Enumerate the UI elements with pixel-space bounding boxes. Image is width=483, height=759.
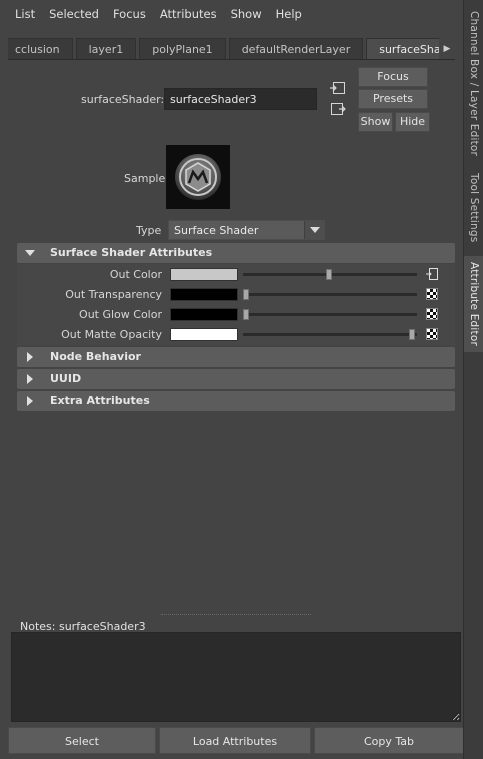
focus-button[interactable]: Focus <box>358 67 428 87</box>
menu-attributes[interactable]: Attributes <box>153 7 224 21</box>
out-color-slider-handle[interactable] <box>326 269 332 280</box>
section-title: Extra Attributes <box>50 394 150 407</box>
out-transparency-swatch[interactable] <box>170 288 238 301</box>
out-matte-opacity-slider[interactable] <box>243 329 417 340</box>
out-color-slider[interactable] <box>243 269 417 280</box>
select-button[interactable]: Select <box>8 727 156 754</box>
menu-show[interactable]: Show <box>224 7 269 21</box>
tab-attribute-editor[interactable]: Attribute Editor <box>464 256 483 352</box>
sample-label: Sample <box>124 172 166 185</box>
out-transparency-label: Out Transparency <box>65 288 162 301</box>
copy-tab-button[interactable]: Copy Tab <box>314 727 464 754</box>
out-matte-opacity-slider-handle[interactable] <box>409 329 415 340</box>
expand-right-icon <box>27 396 33 406</box>
section-title: UUID <box>50 372 82 385</box>
tab-occlusion[interactable]: cclusion <box>8 38 73 59</box>
out-glow-color-swatch[interactable] <box>170 308 238 321</box>
menu-bar: List Selected Focus Attributes Show Help <box>0 0 463 28</box>
out-color-swatch[interactable] <box>170 268 238 281</box>
section-surface-shader-attributes[interactable]: Surface Shader Attributes <box>17 243 455 263</box>
expand-down-icon <box>25 250 35 256</box>
tab-defaultrenderlayer[interactable]: defaultRenderLayer <box>228 38 364 59</box>
out-color-label: Out Color <box>109 268 162 281</box>
output-connection-icon[interactable] <box>330 102 346 116</box>
side-tab-label: Tool Settings <box>468 173 480 243</box>
type-dropdown-value: Surface Shader <box>174 224 259 237</box>
hide-button[interactable]: Hide <box>395 112 430 132</box>
show-button[interactable]: Show <box>358 112 393 132</box>
chevron-down-icon <box>304 221 324 239</box>
out-transparency-slider[interactable] <box>243 289 417 300</box>
out-matte-opacity-swatch[interactable] <box>170 328 238 341</box>
sample-swatch <box>166 145 230 209</box>
attribute-editor-panel: List Selected Focus Attributes Show Help… <box>0 0 464 759</box>
side-tab-label: Attribute Editor <box>468 262 480 346</box>
tab-tool-settings[interactable]: Tool Settings <box>464 168 483 248</box>
presets-button[interactable]: Presets <box>358 89 428 109</box>
menu-selected[interactable]: Selected <box>42 7 106 21</box>
section-node-behavior[interactable]: Node Behavior <box>17 347 455 367</box>
menu-focus[interactable]: Focus <box>106 7 153 21</box>
out-color-input-connection-icon[interactable] <box>426 268 438 280</box>
type-dropdown[interactable]: Surface Shader <box>168 220 325 240</box>
section-extra-attributes[interactable]: Extra Attributes <box>17 391 455 411</box>
section-title: Surface Shader Attributes <box>50 246 213 259</box>
notes-splitter-handle[interactable] <box>161 614 311 616</box>
section-uuid[interactable]: UUID <box>17 369 455 389</box>
out-matte-opacity-label: Out Matte Opacity <box>61 328 162 341</box>
menu-list[interactable]: List <box>8 7 42 21</box>
out-glow-color-slider[interactable] <box>243 309 417 320</box>
section-title: Node Behavior <box>50 350 141 363</box>
out-matte-opacity-map-button-icon[interactable] <box>426 328 438 340</box>
expand-right-icon <box>27 352 33 362</box>
type-label: Type <box>136 224 162 237</box>
out-glow-color-map-button-icon[interactable] <box>426 308 438 320</box>
tab-channel-box-layer-editor[interactable]: Channel Box / Layer Editor <box>464 4 483 164</box>
tab-scroll-right-icon[interactable]: ▶ <box>439 38 455 59</box>
notes-field[interactable] <box>11 632 461 722</box>
shader-name-label: surfaceShader: <box>81 93 165 106</box>
out-transparency-map-button-icon[interactable] <box>426 288 438 300</box>
side-tab-label: Channel Box / Layer Editor <box>468 11 480 157</box>
side-tab-strip: Channel Box / Layer Editor Tool Settings… <box>463 0 483 759</box>
shader-name-field[interactable] <box>164 88 317 110</box>
tab-polyplane1[interactable]: polyPlane1 <box>139 38 226 59</box>
expand-right-icon <box>27 374 33 384</box>
input-connection-icon[interactable] <box>330 81 346 95</box>
menu-help[interactable]: Help <box>269 7 309 21</box>
out-transparency-slider-handle[interactable] <box>243 289 249 300</box>
out-glow-color-slider-handle[interactable] <box>243 309 249 320</box>
maya-logo-icon <box>175 154 221 200</box>
out-glow-color-label: Out Glow Color <box>79 308 162 321</box>
tab-layer1[interactable]: layer1 <box>75 38 137 59</box>
node-tab-bar: cclusion layer1 polyPlane1 defaultRender… <box>8 38 455 60</box>
load-attributes-button[interactable]: Load Attributes <box>159 727 311 754</box>
